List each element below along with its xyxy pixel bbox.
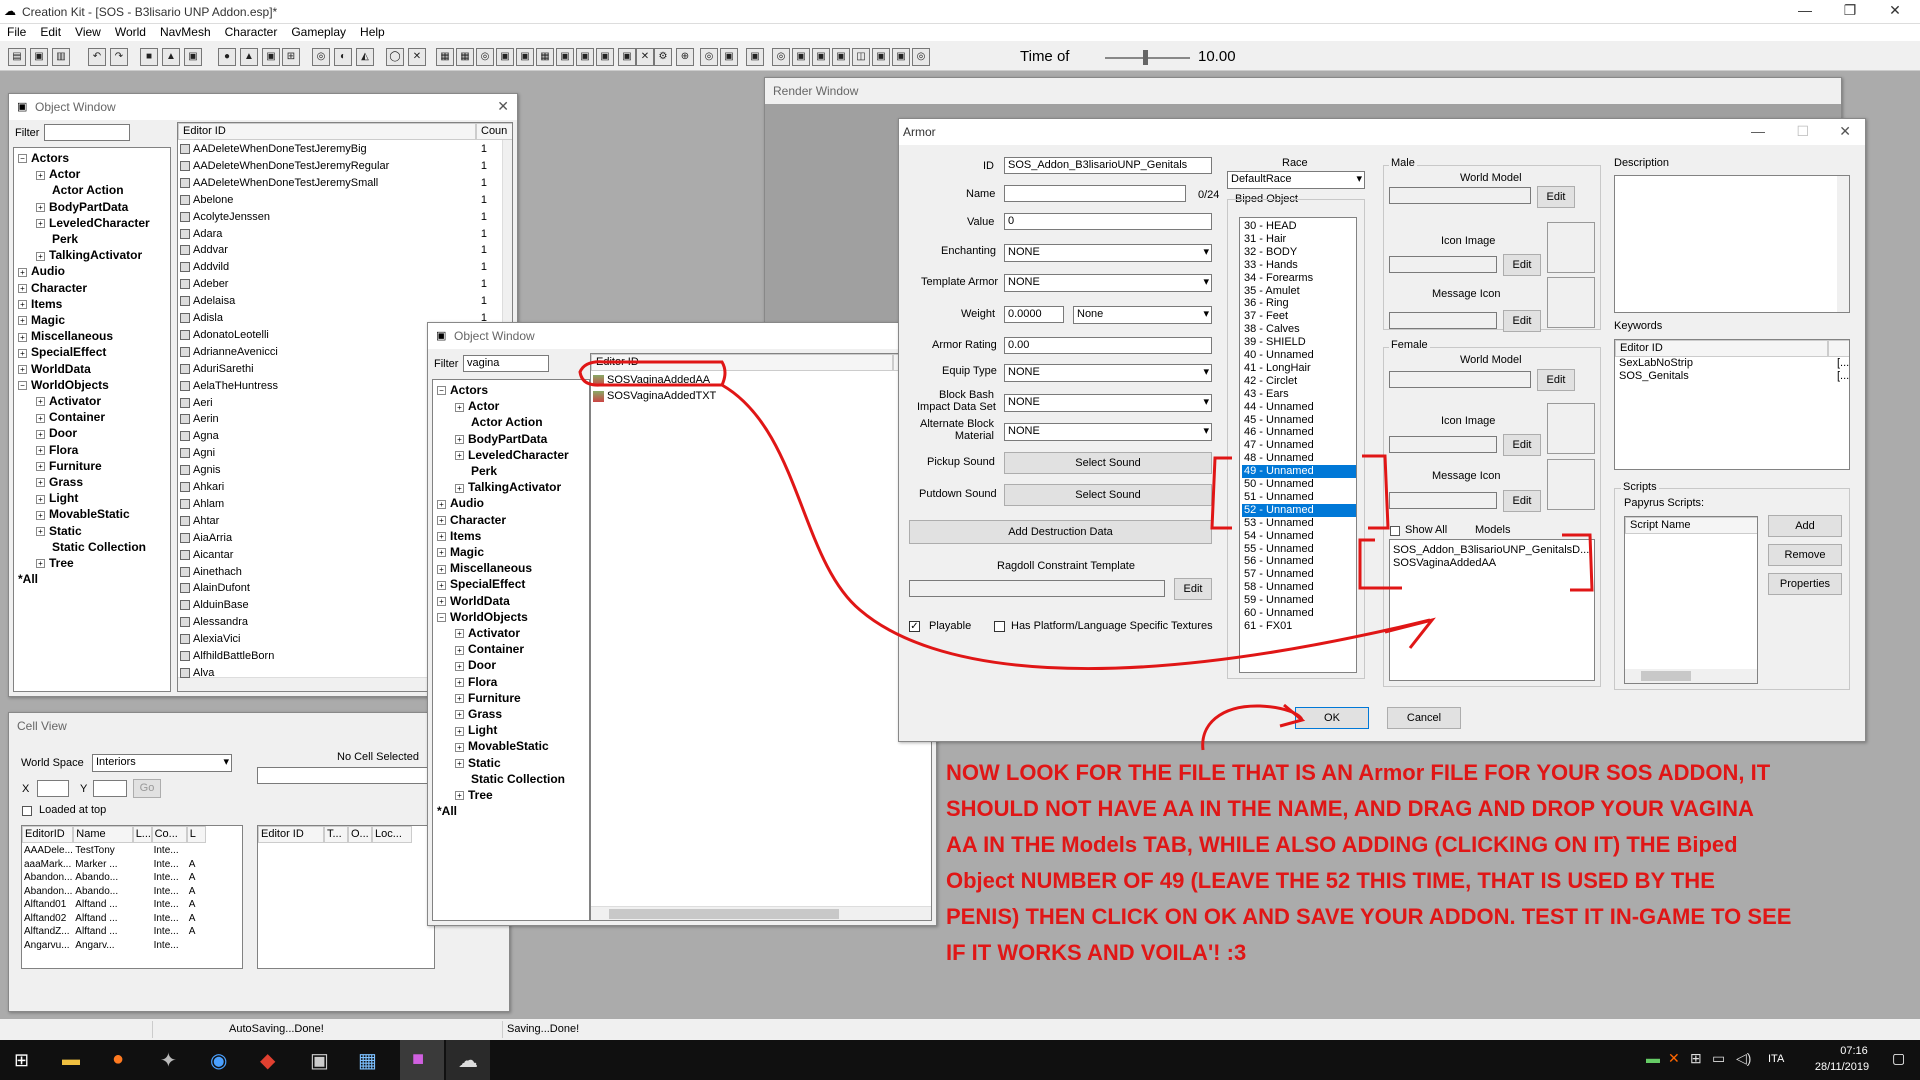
creation-kit-icon: ☁ — [458, 1050, 478, 1072]
volume-icon[interactable]: ◁) — [1736, 1050, 1751, 1067]
bracket-models-right — [1562, 533, 1594, 592]
status-bar: AutoSaving...Done! Saving...Done! — [0, 1018, 1920, 1040]
clock-date[interactable]: 28/11/2019 — [1800, 1061, 1884, 1073]
tray-icon-2[interactable]: ✕ — [1668, 1050, 1680, 1067]
bracket-biped-right — [1362, 454, 1390, 530]
app-icon-3[interactable]: ✦ — [160, 1048, 177, 1073]
network-icon[interactable]: ▭ — [1712, 1050, 1725, 1067]
tray-icon-3[interactable]: ⊞ — [1690, 1050, 1702, 1067]
highlight-vagina-aa — [578, 360, 727, 387]
app-icon-4[interactable]: ◉ — [210, 1048, 227, 1073]
notifications-icon[interactable]: ▢ — [1892, 1050, 1905, 1067]
instruction-line: Object NUMBER OF 49 (LEAVE THE 52 THIS T… — [946, 868, 1715, 893]
instruction-line: SHOULD NOT HAVE AA IN THE NAME, AND DRAG… — [946, 796, 1754, 821]
tray-icon-1[interactable]: ▬ — [1646, 1050, 1660, 1066]
taskbar: ⊞ ▬ ● ✦ ◉ ◆ ▣ ▦ ■ ☁ ▬ ✕ ⊞ ▭ ◁) ITA 07:16… — [0, 1040, 1920, 1080]
app-icon-5[interactable]: ◆ — [260, 1048, 275, 1073]
app-icon-8: ■ — [412, 1048, 425, 1070]
status-save: Saving...Done! — [502, 1021, 902, 1038]
instruction-line: PENIS) THEN CLICK ON OK AND SAVE YOUR AD… — [946, 904, 1792, 929]
bracket-models-left — [1358, 538, 1402, 590]
language-indicator[interactable]: ITA — [1768, 1053, 1784, 1065]
instruction-line: IF IT WORKS AND VOILA'! :3 — [946, 940, 1247, 965]
app-icon-6[interactable]: ▣ — [310, 1048, 329, 1073]
taskbar-active-app[interactable]: ■ — [400, 1040, 444, 1080]
instruction-line: NOW LOOK FOR THE FILE THAT IS AN Armor F… — [946, 760, 1771, 785]
clock-time[interactable]: 07:16 — [1824, 1045, 1884, 1057]
file-explorer-icon[interactable]: ▬ — [62, 1049, 80, 1070]
taskbar-creation-kit[interactable]: ☁ — [446, 1040, 490, 1080]
status-autosave: AutoSaving...Done! — [152, 1021, 502, 1038]
instruction-line: AA IN THE Models TAB, WHILE ALSO ADDING … — [946, 832, 1738, 857]
instruction-text: NOW LOOK FOR THE FILE THAT IS AN Armor F… — [946, 755, 1906, 971]
ok-arrow-path — [1201, 704, 1304, 751]
bracket-biped-left — [1210, 456, 1232, 530]
app-icon-7[interactable]: ▦ — [358, 1048, 377, 1073]
drag-arrow-path — [721, 383, 1431, 671]
windows-start-icon[interactable]: ⊞ — [14, 1050, 29, 1071]
firefox-icon[interactable]: ● — [112, 1048, 124, 1071]
